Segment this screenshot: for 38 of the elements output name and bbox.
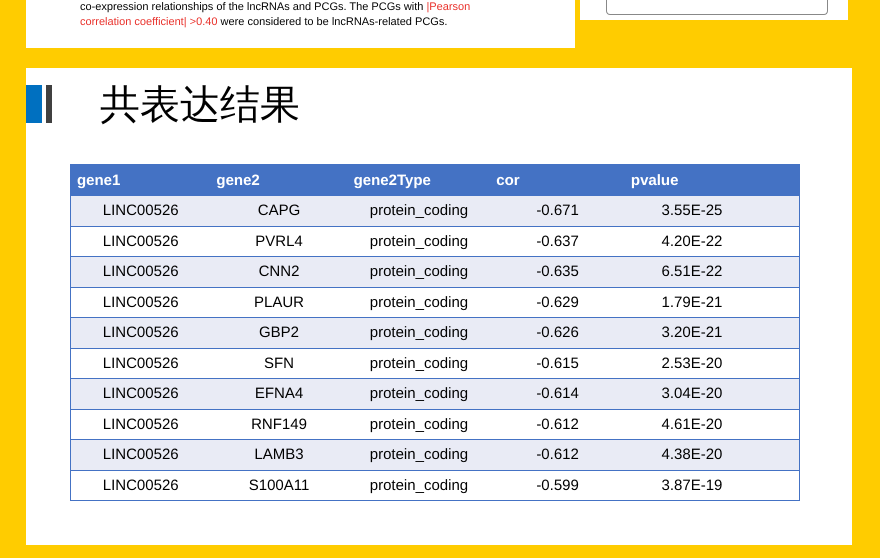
table-cell: protein_coding — [348, 256, 490, 287]
column-header: cor — [490, 164, 625, 196]
table-cell: LINC00526 — [70, 470, 210, 500]
table-cell: LAMB3 — [210, 440, 348, 470]
table-cell: CNN2 — [210, 256, 348, 287]
caption-text: co-expression relationships of the lncRNAs and PCGs. The PCGs with |Pearson correlation coefficient| >0.40 were considered to be lncRNAs-related PCGs. — [80, 0, 472, 30]
table-cell: -0.612 — [490, 440, 625, 470]
column-header: pvalue — [624, 164, 800, 196]
table-cell: LINC00526 — [70, 318, 210, 348]
table-cell: -0.614 — [490, 378, 625, 409]
table-cell: -0.671 — [490, 196, 625, 226]
column-header: gene2 — [210, 164, 348, 196]
table-cell: LINC00526 — [70, 196, 210, 226]
table-cell: S100A11 — [210, 470, 348, 500]
table-cell: LINC00526 — [70, 378, 210, 409]
table-cell: 3.04E-20 — [624, 378, 800, 409]
table-cell: 3.20E-21 — [624, 318, 800, 348]
table-cell: LINC00526 — [70, 256, 210, 287]
column-header: gene2Type — [348, 164, 490, 196]
table-cell: GBP2 — [210, 318, 348, 348]
table-cell: 3.55E-25 — [624, 196, 800, 226]
table-cell: LINC00526 — [70, 440, 210, 470]
slide-title: 共表达结果 — [100, 80, 300, 130]
column-header: gene1 — [70, 164, 210, 196]
table-cell: protein_coding — [348, 440, 490, 470]
table-cell: CAPG — [210, 196, 348, 226]
table-cell: protein_coding — [348, 378, 490, 409]
table-cell: EFNA4 — [210, 378, 348, 409]
table-cell: -0.626 — [490, 318, 625, 348]
table-cell: -0.599 — [490, 470, 625, 500]
table-cell: protein_coding — [348, 196, 490, 226]
table-cell: 3.87E-19 — [624, 470, 800, 500]
table-cell: -0.635 — [490, 256, 625, 287]
table-cell: protein_coding — [348, 318, 490, 348]
table-cell: 4.38E-20 — [624, 440, 800, 470]
table-cell: 6.51E-22 — [624, 256, 800, 287]
title-marker-icon — [26, 85, 52, 123]
table-cell: protein_coding — [348, 470, 490, 500]
